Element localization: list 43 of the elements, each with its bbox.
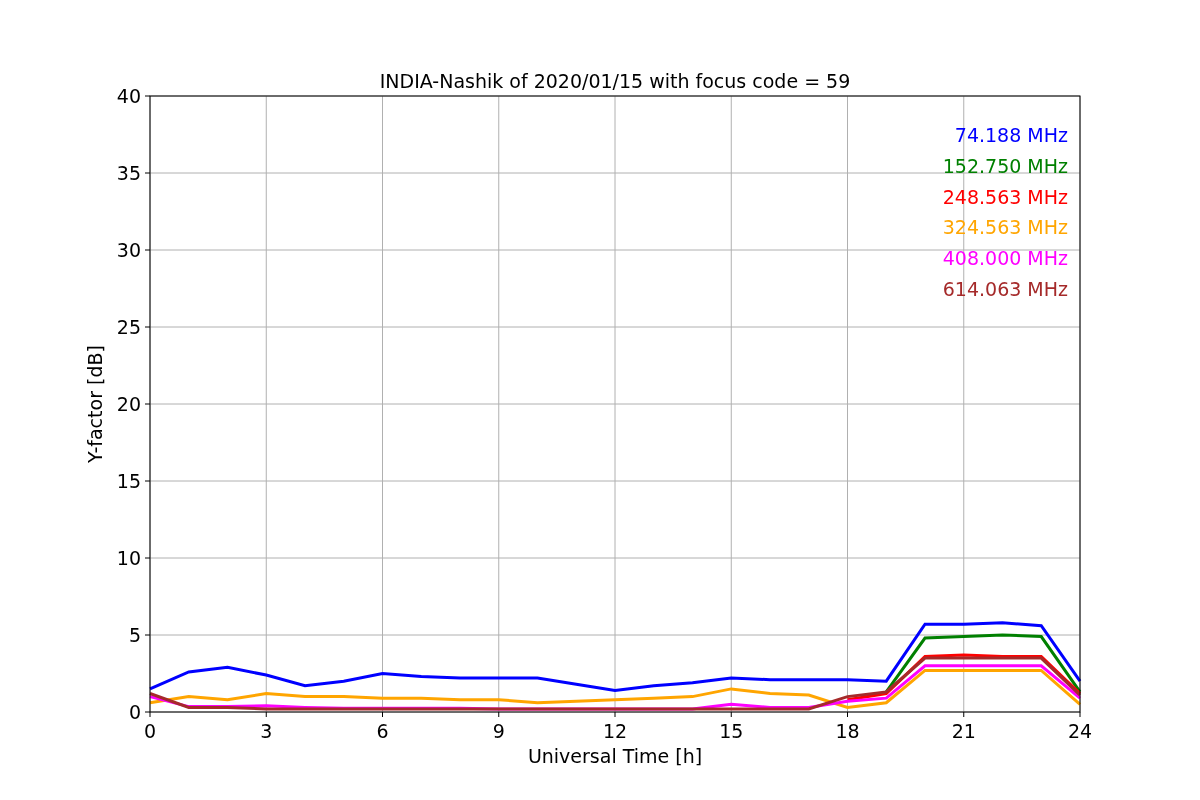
y-axis-label: Y-factor [dB] [84,345,106,463]
x-tick-label: 21 [951,720,976,742]
x-tick-label: 6 [376,720,389,742]
x-tick-label: 9 [492,720,505,742]
x-tick-label: 24 [1067,720,1093,742]
y-tick-label: 40 [116,85,141,107]
y-tick: 15 [116,470,151,492]
x-tick: 9 [492,711,505,742]
legend-label: 408.000 MHz [942,247,1068,270]
y-tick-label: 20 [116,393,141,415]
x-tick-label: 0 [143,720,157,742]
legend-label: 614.063 MHz [942,278,1068,300]
y-tick-label: 10 [116,547,141,569]
legend-label: 248.563 MHz [942,185,1068,208]
x-tick: 18 [835,711,860,742]
y-tick-label: 0 [128,701,141,723]
legend-label: 74.188 MHz [954,124,1068,146]
x-tick-label: 18 [835,720,860,742]
x-tick-label: 15 [719,720,744,742]
y-tick: 30 [116,239,151,261]
y-tick-label: 25 [116,316,141,338]
x-tick: 3 [260,711,273,742]
y-tick-label: 15 [116,470,141,492]
y-tick: 25 [116,316,151,338]
y-tick-label: 5 [128,624,141,646]
chart-title: INDIA-Nashik of 2020/01/15 with focus code = 59 [379,70,851,92]
y-tick: 20 [116,393,151,415]
x-axis-label: Universal Time [h] [527,745,703,767]
y-tick-label: 30 [116,239,141,261]
x-tick: 15 [719,711,744,742]
legend-label: 324.563 MHz [942,216,1068,239]
y-tick: 40 [116,85,151,107]
x-tick: 21 [951,711,976,742]
x-tick-label: 3 [260,720,273,742]
y-tick: 5 [128,624,151,646]
x-tick: 6 [376,711,389,742]
y-tick-label: 35 [116,162,141,184]
x-tick: 24 [1067,711,1093,742]
x-tick: 12 [602,711,628,742]
y-tick: 35 [116,162,151,184]
y-tick: 10 [116,547,151,569]
x-tick-label: 12 [602,720,628,742]
legend-label: 152.750 MHz [942,154,1068,177]
